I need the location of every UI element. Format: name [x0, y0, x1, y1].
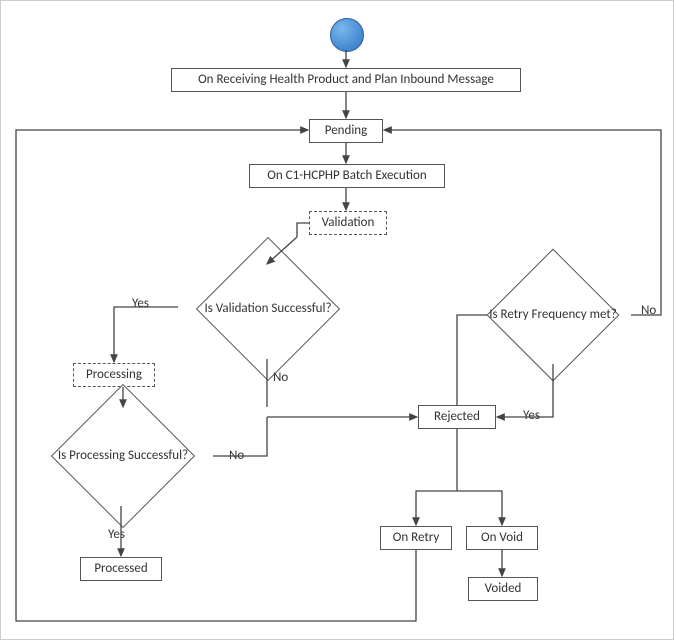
is-retry-decision: Is Retry Frequency met? [473, 265, 633, 365]
processing-box: Processing [73, 363, 155, 387]
start-node [330, 18, 364, 52]
retry-no-label: No [641, 304, 656, 317]
batch-exec-box: On C1-HCPHP Batch Execution [249, 164, 445, 188]
is-validation-label: Is Validation Successful? [178, 259, 358, 359]
is-retry-label: Is Retry Frequency met? [473, 265, 633, 365]
processing-yes-label: Yes [108, 528, 125, 541]
on-retry-box: On Retry [380, 526, 452, 550]
retry-yes-label: Yes [523, 409, 540, 422]
pending-box: Pending [309, 119, 383, 143]
processed-box: Processed [80, 557, 162, 581]
validation-no-label: No [273, 371, 288, 384]
on-receiving-box: On Receiving Health Product and Plan Inb… [171, 68, 521, 92]
is-validation-decision: Is Validation Successful? [178, 259, 358, 359]
validation-yes-label: Yes [132, 297, 149, 310]
on-void-box: On Void [466, 526, 538, 550]
rejected-box: Rejected [418, 405, 496, 429]
validation-box: Validation [309, 211, 387, 235]
voided-box: Voided [468, 577, 538, 601]
is-processing-decision: Is Processing Successful? [33, 406, 213, 506]
processing-no-label: No [229, 449, 244, 462]
is-processing-label: Is Processing Successful? [33, 406, 213, 506]
